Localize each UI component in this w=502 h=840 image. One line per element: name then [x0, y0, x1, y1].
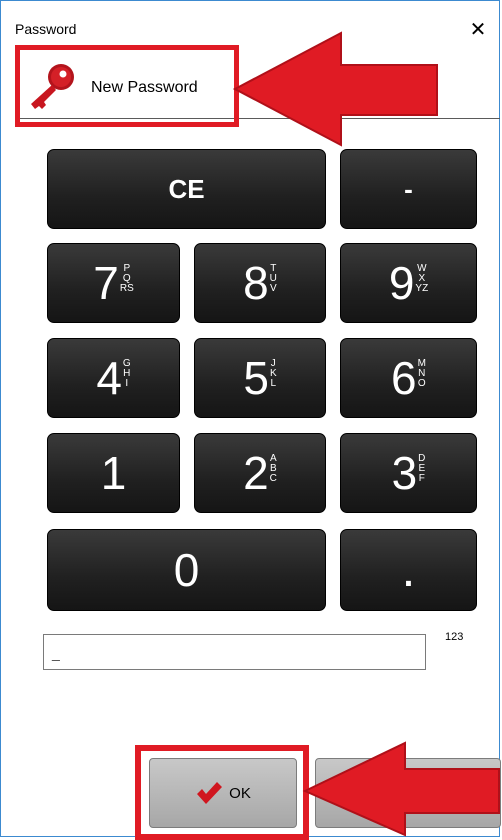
key-7-digit: 7 — [93, 257, 119, 309]
key-5-digit: 5 — [243, 352, 269, 404]
key-3-digit: 3 — [391, 447, 418, 499]
key-4[interactable]: 4 G H I — [47, 338, 180, 418]
clear-entry-key[interactable]: CE — [47, 149, 326, 229]
clear-entry-label: CE — [168, 173, 205, 204]
password-dialog: Password ✕ New Password CE - 7 P Q RS 8 … — [0, 0, 501, 840]
key-5[interactable]: 5 J K L — [194, 338, 326, 418]
decimal-label: . — [403, 555, 414, 594]
keyboard-mode-label[interactable]: 123 — [445, 631, 463, 643]
letter: F — [418, 473, 425, 484]
letter: L — [270, 378, 277, 389]
key-9-digit: 9 — [388, 257, 415, 309]
arrow-to-header-icon — [233, 31, 438, 147]
key-1-digit: 1 — [100, 447, 127, 499]
letter: I — [125, 378, 129, 389]
key-6[interactable]: 6 M N O — [340, 338, 477, 418]
key-2-letters: A B C — [270, 454, 277, 484]
window-title: Password — [15, 21, 77, 37]
letter: V — [269, 283, 277, 294]
arrow-to-ok-button — [302, 741, 500, 837]
key-2[interactable]: 2 A B C — [194, 433, 326, 513]
key-3[interactable]: 3 D E F — [340, 433, 477, 513]
key-1[interactable]: 1 — [47, 433, 180, 513]
key-0[interactable]: 0 — [47, 529, 326, 611]
title-bar: Password ✕ — [1, 1, 499, 41]
key-8-letters: T U V — [270, 264, 277, 294]
key-4-digit: 4 — [96, 352, 122, 404]
key-0-digit: 0 — [173, 544, 200, 596]
key-8-digit: 8 — [243, 257, 269, 309]
minus-key[interactable]: - — [340, 149, 477, 229]
password-input[interactable]: _ — [43, 634, 426, 670]
letter: C — [269, 473, 277, 484]
key-9-letters: W X YZ — [415, 264, 428, 294]
key-5-letters: J K L — [270, 359, 277, 389]
key-4-letters: G H I — [123, 359, 131, 389]
key-6-digit: 6 — [391, 352, 417, 404]
key-7-letters: P Q RS — [120, 264, 134, 294]
letter: RS — [119, 283, 134, 294]
key-9[interactable]: 9 W X YZ — [340, 243, 477, 323]
minus-label: - — [404, 173, 413, 204]
letter: YZ — [415, 283, 429, 294]
key-8[interactable]: 8 T U V — [194, 243, 326, 323]
key-6-letters: M N O — [418, 359, 426, 389]
letter: O — [417, 378, 426, 389]
header-highlight-box — [15, 45, 239, 127]
close-button[interactable]: ✕ — [467, 19, 489, 41]
key-7[interactable]: 7 P Q RS — [47, 243, 180, 323]
password-input-value: _ — [52, 645, 60, 661]
ok-highlight-box — [135, 745, 309, 840]
key-3-letters: D E F — [418, 454, 425, 484]
key-2-digit: 2 — [243, 447, 269, 499]
decimal-key[interactable]: . — [340, 529, 477, 611]
